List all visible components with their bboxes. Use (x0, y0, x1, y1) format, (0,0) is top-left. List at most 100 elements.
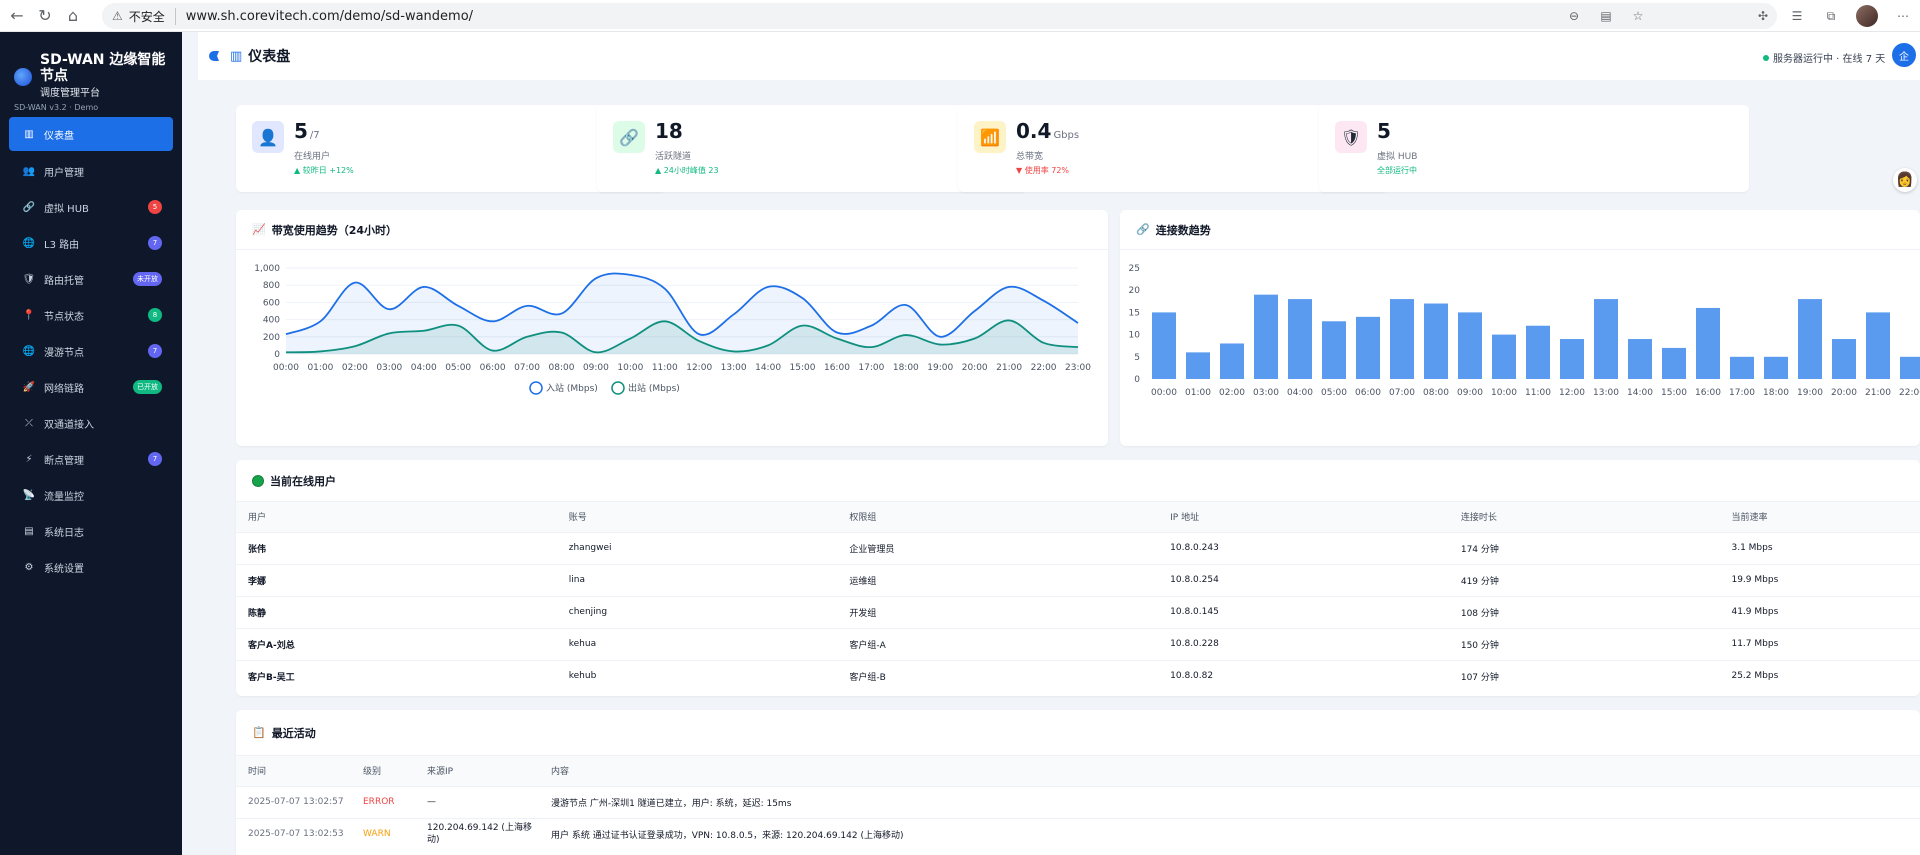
bar[interactable] (1492, 334, 1516, 379)
legend-label-0[interactable]: 入站 (Mbps) (546, 382, 598, 394)
dashboard-icon: ▥ (230, 48, 243, 64)
sidebar-item-label: 虚拟 HUB (44, 203, 89, 215)
x-tick-label: 11:00 (652, 363, 678, 373)
bar[interactable] (1764, 356, 1788, 379)
zoom-icon[interactable]: ⊖ (1565, 7, 1583, 25)
sidebar-toggle-icon[interactable] (206, 48, 222, 64)
star-icon[interactable]: ☆ (1629, 7, 1647, 25)
sidebar-item-7[interactable]: 🚀 网络链路 已开放 (0, 369, 182, 405)
sidebar-item-label: 系统设置 (44, 563, 84, 575)
sidebar-item-2[interactable]: 🔗 虚拟 HUB 5 (0, 189, 182, 225)
x-tick-label: 12:00 (686, 363, 712, 373)
sidebar-item-label: 路由托管 (44, 275, 84, 287)
bar[interactable] (1832, 339, 1856, 379)
table-row[interactable]: 李娜 lina 运维组 10.8.0.254 419 分钟 19.9 Mbps (236, 563, 1920, 596)
bar[interactable] (1322, 321, 1346, 379)
x-tick-label: 22:00 (1899, 388, 1920, 398)
address-bar[interactable]: ⚠ 不安全 www.sh.corevitech.com/demo/sd-wand… (102, 3, 1777, 29)
insecure-label[interactable]: 不安全 (129, 7, 176, 25)
table-cell: 3.1 Mbps (1719, 531, 1920, 564)
bar[interactable] (1594, 299, 1618, 379)
x-tick-label: 11:00 (1525, 388, 1551, 398)
sidebar-item-0[interactable]: ▥ 仪表盘 (9, 117, 173, 151)
brand-title-line2: 节点 (40, 68, 68, 84)
activity-time: 2025-07-07 13:02:53 (236, 817, 351, 850)
connections-chart-card: 🔗 连接数趋势 0 5 10 15 20 25 00:00 01:00 02:00 03:00 04… (1120, 210, 1920, 446)
profile-avatar[interactable] (1856, 5, 1878, 27)
reader-icon[interactable]: ▤ (1597, 7, 1615, 25)
topbar: ▥ 仪表盘 服务器运行中 · 在线 7 天 企 企业 (198, 32, 1920, 80)
sidebar-item-10[interactable]: 📡 流量监控 (0, 477, 182, 513)
bar[interactable] (1220, 343, 1244, 379)
sidebar-item-1[interactable]: 👥 用户管理 (0, 153, 182, 189)
bar[interactable] (1390, 299, 1414, 379)
legend-label-1[interactable]: 出站 (Mbps) (628, 382, 680, 394)
table-cell: 10.8.0.243 (1158, 531, 1449, 564)
bar[interactable] (1288, 299, 1312, 379)
table-row[interactable]: 2025-07-07 13:02:53 WARN 120.204.69.142 (上… (236, 817, 1920, 850)
shield-icon: 🛡 (1335, 121, 1367, 153)
x-tick-label: 21:00 (1865, 388, 1891, 398)
column-header: 账号 (556, 502, 838, 532)
x-tick-label: 06:00 (1355, 388, 1381, 398)
x-tick-label: 10:00 (1491, 388, 1517, 398)
x-tick-label: 12:00 (1559, 388, 1585, 398)
bar[interactable] (1866, 312, 1890, 379)
table-cell: 107 分钟 (1448, 659, 1720, 692)
y-tick-label: 0 (274, 350, 280, 360)
sidebar-item-4[interactable]: 🛡 路由托管 未开放 (0, 261, 182, 297)
bar[interactable] (1424, 303, 1448, 379)
bar[interactable] (1696, 307, 1720, 379)
menu-icon[interactable]: ⋯ (1894, 7, 1912, 25)
reload-icon[interactable]: ↻ (34, 5, 56, 27)
table-row[interactable]: 张伟 zhangwei 企业管理员 10.8.0.243 174 分钟 3.1 Mbps (236, 531, 1920, 564)
table-cell: 运维组 (837, 563, 1159, 596)
extensions-icon[interactable]: ✣ (1754, 7, 1772, 25)
bar[interactable] (1186, 352, 1210, 379)
column-header: IP 地址 (1158, 502, 1449, 532)
collections-icon[interactable]: ⧉ (1822, 7, 1840, 25)
sidebar-item-6[interactable]: 🌐 漫游节点 7 (0, 333, 182, 369)
table-row[interactable]: 2025-07-07 13:02:57 ERROR — 漫游节点 广州-深圳1 隧道已… (236, 785, 1920, 818)
server-status: 服务器运行中 · 在线 7 天 (1763, 50, 1885, 65)
bar[interactable] (1152, 312, 1176, 379)
chart-icon: 📈 (252, 223, 266, 236)
bar[interactable] (1356, 316, 1380, 379)
users-icon: 👥 (22, 165, 36, 177)
sidebar-item-8[interactable]: ⤫ 双通道接入 (0, 405, 182, 441)
bar[interactable] (1798, 299, 1822, 379)
online-users-table: 用户 账号 权限组 IP 地址 连接时长 当前速率 张伟 zhangwei 企业管理员 10.8… (236, 502, 1920, 692)
stat-value: 0.4 Gbps (1016, 119, 1079, 143)
bar[interactable] (1662, 347, 1686, 379)
sidebar-item-12[interactable]: ⚙ 系统设置 (0, 549, 182, 585)
x-tick-label: 22:00 (1031, 363, 1057, 373)
sidebar-item-5[interactable]: 📍 节点状态 8 (0, 297, 182, 333)
assistant-avatar[interactable]: 👩 (1893, 168, 1917, 192)
table-row[interactable]: 客户A-刘总 kehua 客户组-A 10.8.0.228 150 分钟 11.7 Mbp… (236, 627, 1920, 660)
bar[interactable] (1730, 356, 1754, 379)
dual-channel-icon: ⤫ (25, 417, 33, 429)
sidebar-item-label: 系统日志 (44, 527, 84, 539)
table-row[interactable]: 客户B-吴工 kehub 客户组-B 10.8.0.82 107 分钟 25.2 Mbps (236, 659, 1920, 692)
home-icon[interactable]: ⌂ (62, 5, 84, 27)
table-cell: kehub (556, 659, 838, 692)
url-text[interactable]: www.sh.corevitech.com/demo/sd-wandemo/ (186, 9, 473, 24)
legend-marker-0[interactable] (529, 381, 543, 395)
bar[interactable] (1900, 356, 1920, 379)
legend-marker-1[interactable] (611, 381, 625, 395)
table-cell: 张伟 (236, 531, 557, 564)
bar[interactable] (1458, 312, 1482, 379)
favorites-icon[interactable]: ☰ (1788, 7, 1806, 25)
sidebar-item-11[interactable]: ▤ 系统日志 (0, 513, 182, 549)
user-avatar[interactable]: 企 (1892, 43, 1916, 67)
bar[interactable] (1254, 294, 1278, 379)
sidebar-item-9[interactable]: ⚡ 断点管理 7 (0, 441, 182, 477)
table-row[interactable]: 陈静 chenjing 开发组 10.8.0.145 108 分钟 41.9 Mbps (236, 595, 1920, 628)
bar[interactable] (1526, 325, 1550, 379)
recent-activity-header: 📋 最近活动 (236, 710, 1920, 756)
bar[interactable] (1628, 339, 1652, 379)
sidebar-item-3[interactable]: 🌐 L3 路由 7 (0, 225, 182, 261)
back-icon[interactable]: ← (6, 5, 28, 27)
warning-icon[interactable]: ⚠ (112, 9, 123, 23)
bar[interactable] (1560, 339, 1584, 379)
